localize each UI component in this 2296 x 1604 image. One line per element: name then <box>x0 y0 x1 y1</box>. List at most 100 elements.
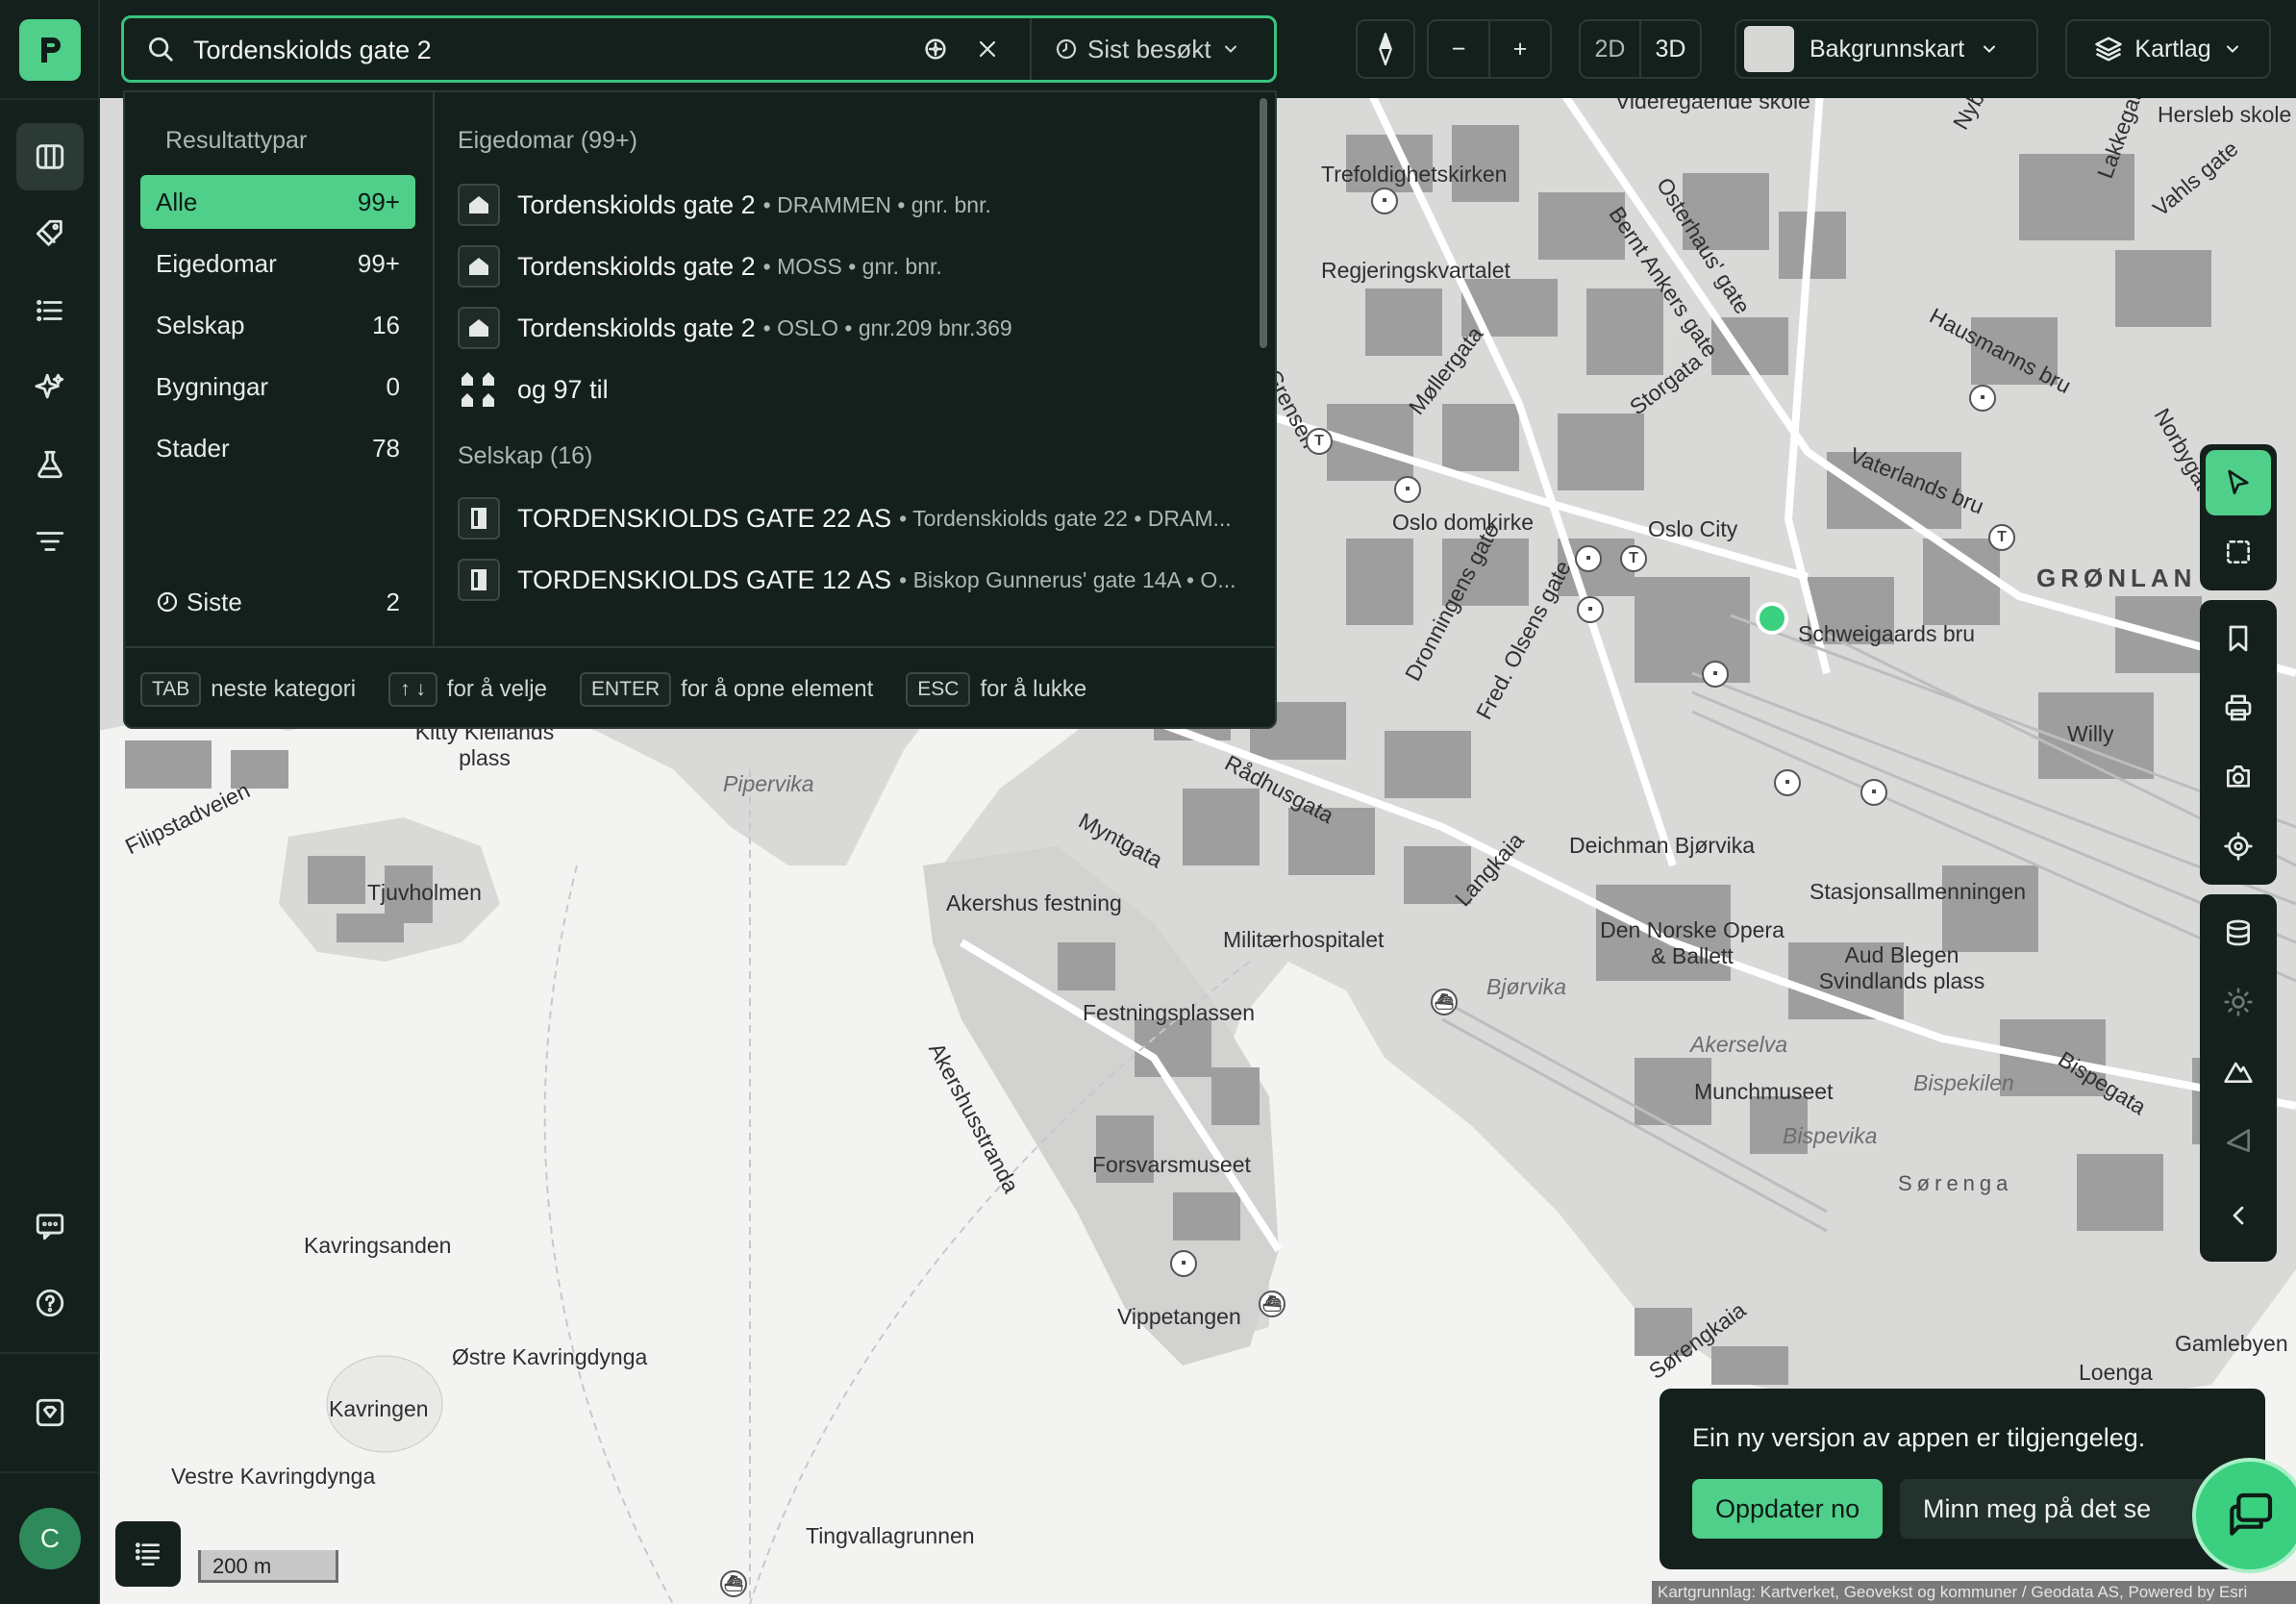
sidebar-item-filter[interactable] <box>16 508 84 575</box>
clock-icon <box>157 591 178 613</box>
kbd-tab: TAB <box>140 672 202 707</box>
user-avatar[interactable]: C <box>19 1508 81 1569</box>
ferry-icon[interactable]: ⛴ <box>720 1570 747 1597</box>
category-recent[interactable]: Siste 2 <box>140 575 415 629</box>
bookmark-button[interactable] <box>2206 606 2271 671</box>
locate-crosshair-icon[interactable] <box>918 32 953 66</box>
sun-shadow-button[interactable] <box>2206 969 2271 1035</box>
bus-stop-icon[interactable]: ▪ <box>1774 769 1801 796</box>
sidebar-item-tags[interactable] <box>16 200 84 267</box>
logo-icon <box>41 38 61 63</box>
bus-stop-icon[interactable]: ▪ <box>1575 545 1602 572</box>
category-label: Alle <box>156 187 198 216</box>
camera-icon <box>2227 765 2250 788</box>
bus-stop-icon[interactable]: ▪ <box>1860 779 1887 806</box>
chevron-down-icon <box>2226 45 2238 53</box>
mountain-icon <box>2224 1062 2253 1083</box>
sidebar-item-help[interactable] <box>16 1269 84 1337</box>
recent-visits-dropdown[interactable]: Sist besøkt <box>1030 18 1274 80</box>
result-title: TORDENSKIOLDS GATE 12 AS <box>517 564 892 594</box>
app-logo[interactable] <box>19 19 81 81</box>
map-label: Akerselva <box>1690 1032 1787 1057</box>
category-properties[interactable]: Eigedomar 99+ <box>140 237 415 290</box>
metro-station-icon[interactable]: T <box>1306 428 1333 455</box>
chevron-down-icon <box>1224 45 1236 53</box>
sidebar-item-list[interactable] <box>16 277 84 344</box>
compass-needle-icon <box>1379 33 1392 65</box>
compass-button[interactable] <box>1356 19 1415 79</box>
sidebar-divider <box>0 98 98 100</box>
bus-stop-icon[interactable]: ▪ <box>1969 385 1996 412</box>
dashed-square-icon <box>2227 540 2250 564</box>
category-buildings[interactable]: Bygningar 0 <box>140 360 415 414</box>
map-label: GRØNLAN <box>2036 564 2197 592</box>
print-button[interactable] <box>2206 675 2271 740</box>
map-label: Kavringsanden <box>304 1233 452 1258</box>
data-layers-button[interactable] <box>2206 900 2271 965</box>
show-more-properties[interactable]: og 97 til <box>458 365 1256 414</box>
company-icon <box>458 497 500 539</box>
category-count: 0 <box>386 371 400 401</box>
filter-lines-icon <box>36 532 64 551</box>
pointer-tool-button[interactable] <box>2206 450 2271 515</box>
location-marker[interactable] <box>1756 602 1788 635</box>
legend-button[interactable] <box>115 1521 181 1587</box>
map-label: Festningsplassen <box>1083 1000 1255 1025</box>
basemap-thumbnail <box>1744 26 1794 72</box>
ferry-icon[interactable]: ⛴ <box>1259 1291 1285 1317</box>
metro-station-icon[interactable]: T <box>1988 524 2015 551</box>
mode-2d-button[interactable]: 2D <box>1581 21 1639 77</box>
zoom-out-button[interactable]: − <box>1429 21 1488 77</box>
result-row[interactable]: Tordenskiolds gate 2 • DRAMMEN • gnr. bn… <box>458 181 1256 229</box>
mode-3d-button[interactable]: 3D <box>1639 21 1700 77</box>
result-row[interactable]: Tordenskiolds gate 2 • MOSS • gnr. bnr. <box>458 242 1256 290</box>
screenshot-button[interactable] <box>2206 744 2271 810</box>
collapse-panel-button[interactable] <box>2206 1183 2271 1248</box>
group-heading-properties: Eigedomar (99+) <box>458 127 637 154</box>
map-label: Tingvallagrunnen <box>806 1523 975 1548</box>
basemap-dropdown[interactable]: Bakgrunnskart <box>1734 19 2038 79</box>
result-types-heading: Resultattypar <box>165 127 308 154</box>
category-places[interactable]: Stader 78 <box>140 421 415 475</box>
map-label: Bispevika <box>1783 1123 1878 1148</box>
zoom-in-button[interactable]: + <box>1488 21 1550 77</box>
ferry-icon[interactable]: ⛴ <box>1431 989 1458 1015</box>
result-row[interactable]: TORDENSKIOLDS GATE 12 AS • Biskop Gunner… <box>458 556 1256 604</box>
category-all[interactable]: Alle 99+ <box>140 175 415 229</box>
search-box[interactable]: Sist besøkt <box>121 15 1277 83</box>
bookmark-icon <box>2229 625 2248 652</box>
bus-stop-icon[interactable]: ▪ <box>1170 1250 1197 1277</box>
layers-dropdown[interactable]: Kartlag <box>2065 19 2271 79</box>
bus-stop-icon[interactable]: ▪ <box>1394 476 1421 503</box>
clear-search-button[interactable] <box>970 32 1005 66</box>
support-chat-button[interactable] <box>2192 1458 2296 1573</box>
bus-stop-icon[interactable]: ▪ <box>1702 661 1729 688</box>
map-actions-panel <box>2200 600 2277 885</box>
my-location-button[interactable] <box>2206 814 2271 879</box>
result-row[interactable]: Tordenskiolds gate 2 • OSLO • gnr.209 bn… <box>458 304 1256 352</box>
sidebar-item-map[interactable] <box>16 123 84 190</box>
bus-stop-icon[interactable]: ▪ <box>1371 188 1398 214</box>
map-label: Den Norske Opera & Ballett <box>1600 917 1784 968</box>
results-scrollbar[interactable] <box>1260 98 1267 348</box>
category-label: Selskap <box>156 310 245 339</box>
metro-station-icon[interactable]: T <box>1620 545 1647 572</box>
sidebar-item-premium[interactable] <box>16 1379 84 1446</box>
sidebar-item-labs[interactable] <box>16 431 84 498</box>
map-attribution: Kartgrunnlag: Kartverket, Geovekst og ko… <box>1652 1581 2296 1604</box>
search-input[interactable] <box>191 30 1041 70</box>
category-companies[interactable]: Selskap 16 <box>140 298 415 352</box>
terrain-button[interactable] <box>2206 1039 2271 1104</box>
sidebar-item-feedback[interactable] <box>16 1192 84 1260</box>
bus-stop-icon[interactable]: ▪ <box>1577 596 1604 623</box>
measure-angle-button[interactable] <box>2206 1108 2271 1173</box>
category-label: Bygningar <box>156 371 269 401</box>
result-row[interactable]: TORDENSKIOLDS GATE 22 AS • Tordenskiolds… <box>458 494 1256 542</box>
map-label: Schweigaards bru <box>1798 621 1976 646</box>
result-title: Tordenskiolds gate 2 <box>517 313 756 342</box>
sidebar-item-ai[interactable] <box>16 354 84 421</box>
update-now-button[interactable]: Oppdater no <box>1692 1479 1884 1539</box>
category-label: Eigedomar <box>156 248 277 278</box>
map-label: Willy <box>2067 721 2114 746</box>
area-select-tool-button[interactable] <box>2206 519 2271 585</box>
